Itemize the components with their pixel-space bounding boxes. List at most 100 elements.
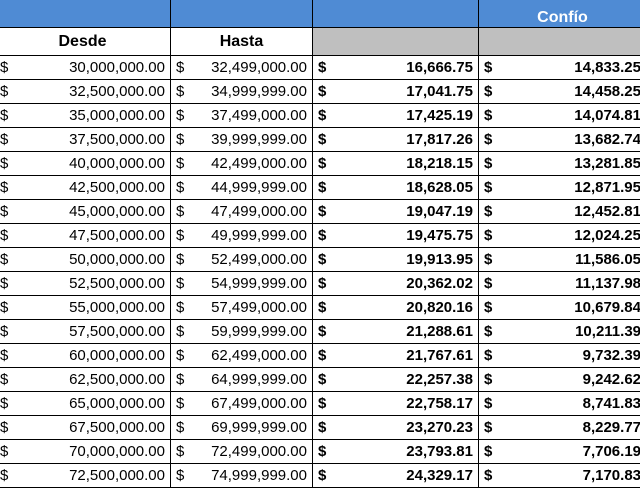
- cell-amount-a[interactable]: $18,628.05: [313, 176, 479, 200]
- cell-amount-b[interactable]: $10,679.84: [479, 296, 640, 320]
- cell-to[interactable]: $74,999,999.00: [171, 464, 313, 488]
- cell-from[interactable]: $35,000,000.00: [0, 104, 171, 128]
- cell-amount-a[interactable]: $17,041.75: [313, 80, 479, 104]
- cell-amount-a[interactable]: $19,475.75: [313, 224, 479, 248]
- grey-header-cell-2[interactable]: [479, 28, 640, 56]
- cell-value: 17,425.19: [406, 107, 473, 124]
- cell-value: 21,288.61: [406, 323, 473, 340]
- cell-amount-a[interactable]: $17,425.19: [313, 104, 479, 128]
- cell-to[interactable]: $72,499,000.00: [171, 440, 313, 464]
- cell-from[interactable]: $30,000,000.00: [0, 56, 171, 80]
- currency-symbol: $: [176, 395, 184, 412]
- cell-amount-b[interactable]: $14,833.25: [479, 56, 640, 80]
- cell-amount-a[interactable]: $19,913.95: [313, 248, 479, 272]
- cell-to[interactable]: $59,999,999.00: [171, 320, 313, 344]
- currency-symbol: $: [318, 467, 326, 484]
- currency-symbol: $: [318, 395, 326, 412]
- blue-header-cell-1[interactable]: [0, 0, 171, 28]
- cell-value: 57,500,000.00: [69, 323, 165, 340]
- cell-content: $52,500,000.00: [0, 275, 165, 292]
- cell-to[interactable]: $34,999,999.00: [171, 80, 313, 104]
- cell-amount-a[interactable]: $23,793.81: [313, 440, 479, 464]
- cell-to[interactable]: $52,499,000.00: [171, 248, 313, 272]
- cell-to[interactable]: $42,499,000.00: [171, 152, 313, 176]
- cell-amount-b[interactable]: $12,452.81: [479, 200, 640, 224]
- cell-to[interactable]: $54,999,999.00: [171, 272, 313, 296]
- cell-amount-b[interactable]: $8,229.77: [479, 416, 640, 440]
- cell-to[interactable]: $39,999,999.00: [171, 128, 313, 152]
- cell-to[interactable]: $67,499,000.00: [171, 392, 313, 416]
- cell-content: $57,499,000.00: [176, 299, 307, 316]
- cell-from[interactable]: $45,000,000.00: [0, 200, 171, 224]
- cell-from[interactable]: $55,000,000.00: [0, 296, 171, 320]
- cell-amount-b[interactable]: $9,732.39: [479, 344, 640, 368]
- cell-amount-a[interactable]: $23,270.23: [313, 416, 479, 440]
- cell-amount-b[interactable]: $11,137.98: [479, 272, 640, 296]
- cell-amount-a[interactable]: $18,218.15: [313, 152, 479, 176]
- column-header-from[interactable]: Desde: [0, 28, 171, 56]
- cell-content: $60,000,000.00: [0, 347, 165, 364]
- cell-amount-b[interactable]: $12,024.25: [479, 224, 640, 248]
- cell-from[interactable]: $70,000,000.00: [0, 440, 171, 464]
- cell-value: 69,999,999.00: [211, 419, 307, 436]
- cell-to[interactable]: $62,499,000.00: [171, 344, 313, 368]
- cell-value: 10,679.84: [574, 299, 640, 316]
- cell-to[interactable]: $69,999,999.00: [171, 416, 313, 440]
- cell-amount-b[interactable]: $8,741.83: [479, 392, 640, 416]
- grey-header-cell-1[interactable]: [313, 28, 479, 56]
- cell-from[interactable]: $32,500,000.00: [0, 80, 171, 104]
- cell-to[interactable]: $32,499,000.00: [171, 56, 313, 80]
- cell-amount-a[interactable]: $20,362.02: [313, 272, 479, 296]
- cell-to[interactable]: $57,499,000.00: [171, 296, 313, 320]
- cell-to[interactable]: $49,999,999.00: [171, 224, 313, 248]
- table-row: $42,500,000.00$44,999,999.00$18,628.05$1…: [0, 176, 640, 200]
- cell-amount-b[interactable]: $13,281.85: [479, 152, 640, 176]
- cell-from[interactable]: $57,500,000.00: [0, 320, 171, 344]
- currency-symbol: $: [0, 227, 8, 244]
- cell-amount-a[interactable]: $21,288.61: [313, 320, 479, 344]
- cell-amount-b[interactable]: $7,706.19: [479, 440, 640, 464]
- blue-header-cell-3[interactable]: [313, 0, 479, 28]
- cell-from[interactable]: $42,500,000.00: [0, 176, 171, 200]
- table-row: $50,000,000.00$52,499,000.00 $19,913.95 $1…: [0, 248, 640, 272]
- cell-to[interactable]: $37,499,000.00: [171, 104, 313, 128]
- cell-amount-a[interactable]: $22,257.38: [313, 368, 479, 392]
- cell-amount-a[interactable]: $16,666.75: [313, 56, 479, 80]
- blue-header-cell-2[interactable]: [171, 0, 313, 28]
- provider-header-cell[interactable]: Confío: [479, 0, 640, 28]
- cell-content: $40,000,000.00: [0, 155, 165, 172]
- column-header-to[interactable]: Hasta: [171, 28, 313, 56]
- cell-amount-b[interactable]: $12,871.95: [479, 176, 640, 200]
- cell-amount-a[interactable]: $20,820.16: [313, 296, 479, 320]
- cell-amount-b[interactable]: $13,682.74: [479, 128, 640, 152]
- cell-amount-b[interactable]: $14,458.25: [479, 80, 640, 104]
- cell-amount-a[interactable]: $19,047.19: [313, 200, 479, 224]
- cell-amount-b[interactable]: $14,074.81: [479, 104, 640, 128]
- currency-symbol: $: [318, 323, 326, 340]
- currency-symbol: $: [0, 347, 8, 364]
- currency-symbol: $: [176, 275, 184, 292]
- cell-amount-a[interactable]: $17,817.26: [313, 128, 479, 152]
- cell-from[interactable]: $72,500,000.00: [0, 464, 171, 488]
- cell-from[interactable]: $37,500,000.00: [0, 128, 171, 152]
- cell-to[interactable]: $44,999,999.00: [171, 176, 313, 200]
- cell-from[interactable]: $40,000,000.00: [0, 152, 171, 176]
- cell-amount-a[interactable]: $24,329.17: [313, 464, 479, 488]
- cell-from[interactable]: $60,000,000.00: [0, 344, 171, 368]
- cell-amount-b[interactable]: $10,211.39: [479, 320, 640, 344]
- cell-amount-a[interactable]: $22,758.17: [313, 392, 479, 416]
- cell-amount-b[interactable]: $11,586.05: [479, 248, 640, 272]
- cell-from[interactable]: $47,500,000.00: [0, 224, 171, 248]
- cell-amount-b[interactable]: $9,242.62: [479, 368, 640, 392]
- cell-to[interactable]: $47,499,000.00: [171, 200, 313, 224]
- cell-from[interactable]: $52,500,000.00: [0, 272, 171, 296]
- cell-from[interactable]: $62,500,000.00: [0, 368, 171, 392]
- cell-content: $7,706.19: [484, 443, 640, 460]
- cell-from[interactable]: $65,000,000.00: [0, 392, 171, 416]
- cell-amount-a[interactable]: $21,767.61: [313, 344, 479, 368]
- cell-content: $19,913.95: [318, 251, 473, 268]
- cell-to[interactable]: $64,999,999.00: [171, 368, 313, 392]
- cell-from[interactable]: $67,500,000.00: [0, 416, 171, 440]
- cell-amount-b[interactable]: $7,170.83: [479, 464, 640, 488]
- cell-from[interactable]: $50,000,000.00: [0, 248, 171, 272]
